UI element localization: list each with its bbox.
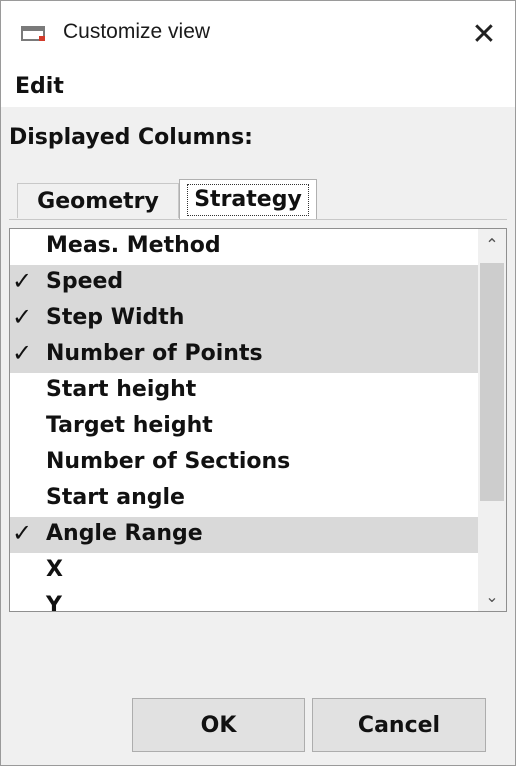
list-item[interactable]: ✓ Angle Range xyxy=(10,517,478,553)
close-button[interactable]: ✕ xyxy=(461,13,507,55)
list-item-label: Number of Sections xyxy=(46,449,291,474)
title-bar: Customize view ✕ xyxy=(1,1,515,67)
list-item[interactable]: Meas. Method xyxy=(10,229,478,265)
list-item[interactable]: ✓ Step Width xyxy=(10,301,478,337)
scrollbar-thumb[interactable] xyxy=(480,263,504,501)
list-item-label: X xyxy=(46,557,63,582)
list-item[interactable]: ✓ Speed xyxy=(10,265,478,301)
list-item[interactable]: Target height xyxy=(10,409,478,445)
list-item[interactable]: Start height xyxy=(10,373,478,409)
checkmark-icon: ✓ xyxy=(12,267,33,295)
tab-geometry-label: Geometry xyxy=(37,188,159,214)
close-icon: ✕ xyxy=(471,16,497,52)
menu-edit[interactable]: Edit xyxy=(15,74,64,99)
customize-view-dialog: Customize view ✕ Edit Displayed Columns:… xyxy=(0,0,516,766)
columns-list[interactable]: Meas. Method ✓ Speed ✓ Step Width ✓ Numb… xyxy=(9,228,507,612)
tab-strategy-label: Strategy xyxy=(187,184,309,216)
list-item[interactable]: Number of Sections xyxy=(10,445,478,481)
list-item-label: Step Width xyxy=(46,305,185,330)
ok-button[interactable]: OK xyxy=(132,698,305,752)
cancel-button[interactable]: Cancel xyxy=(312,698,486,752)
list-item-label: Number of Points xyxy=(46,341,263,366)
list-item[interactable]: X xyxy=(10,553,478,589)
window-title: Customize view xyxy=(63,20,211,43)
list-item-label: Speed xyxy=(46,269,124,294)
list-item[interactable]: Y xyxy=(10,589,478,612)
list-item-label: Meas. Method xyxy=(46,233,221,258)
list-item[interactable]: Start angle xyxy=(10,481,478,517)
checkmark-icon: ✓ xyxy=(12,339,33,367)
scroll-down-button[interactable]: ⌄ xyxy=(478,581,506,611)
list-item[interactable]: ✓ Number of Points xyxy=(10,337,478,373)
checkmark-icon: ✓ xyxy=(12,519,33,547)
checkmark-icon: ✓ xyxy=(12,303,33,331)
list-item-label: Start height xyxy=(46,377,197,402)
chevron-up-icon: ⌃ xyxy=(485,234,499,254)
chevron-down-icon: ⌄ xyxy=(485,586,499,606)
list-item-label: Start angle xyxy=(46,485,185,510)
list-item-label: Angle Range xyxy=(46,521,203,546)
app-window-icon xyxy=(21,26,45,41)
columns-list-rows: Meas. Method ✓ Speed ✓ Step Width ✓ Numb… xyxy=(10,229,478,612)
tab-geometry[interactable]: Geometry xyxy=(17,183,179,218)
menu-bar: Edit xyxy=(1,67,515,107)
vertical-scrollbar[interactable]: ⌃ ⌄ xyxy=(478,229,506,611)
displayed-columns-label: Displayed Columns: xyxy=(9,125,253,150)
tab-divider xyxy=(9,219,507,220)
list-item-label: Y xyxy=(46,593,62,612)
scroll-up-button[interactable]: ⌃ xyxy=(478,229,506,259)
list-item-label: Target height xyxy=(46,413,213,438)
tab-strategy[interactable]: Strategy xyxy=(179,179,317,220)
